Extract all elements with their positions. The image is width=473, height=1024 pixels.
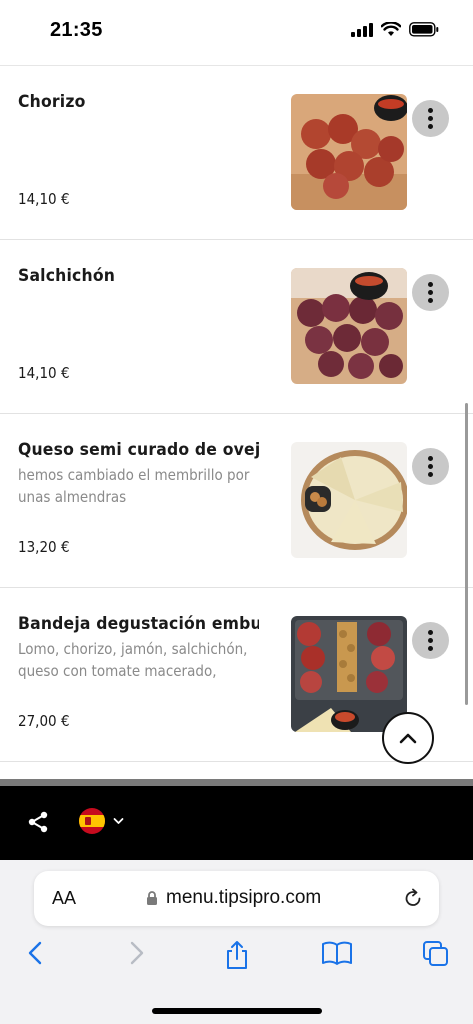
menu-item[interactable]: Salchichón 14,10 € (0, 240, 473, 414)
wifi-icon (381, 22, 401, 37)
tabs-icon[interactable] (422, 940, 450, 973)
url-display[interactable]: menu.tipsipro.com (146, 887, 321, 909)
platter-photo[interactable] (291, 616, 407, 732)
item-name: Salchichón (18, 266, 116, 286)
item-price: 27,00 € (18, 712, 70, 730)
address-bar[interactable]: AA menu.tipsipro.com (34, 871, 439, 926)
language-selector[interactable] (79, 808, 124, 834)
scrollbar[interactable] (465, 403, 468, 705)
status-time: 21:35 (50, 19, 103, 41)
more-vertical-icon (428, 282, 433, 303)
reload-icon[interactable] (403, 888, 423, 914)
chorizo-photo[interactable] (291, 94, 407, 210)
cheese-photo[interactable] (291, 442, 407, 558)
home-indicator (152, 1008, 322, 1014)
more-vertical-icon (428, 456, 433, 477)
chevron-down-icon (113, 818, 124, 824)
share-icon[interactable] (26, 810, 50, 839)
divider (0, 779, 473, 786)
browser-chrome: AA menu.tipsipro.com (0, 860, 473, 1024)
item-price: 14,10 € (18, 364, 70, 382)
text-size-button[interactable]: AA (52, 888, 76, 909)
item-name: Bandeja degustación embutidos (18, 614, 260, 634)
more-options-button[interactable] (412, 448, 449, 485)
forward-icon[interactable] (128, 940, 146, 971)
app-bottom-bar (0, 786, 473, 860)
chevron-up-icon (399, 733, 417, 744)
menu-item[interactable]: Queso semi curado de oveja hemos cambiad… (0, 414, 473, 588)
item-name: Queso semi curado de oveja (18, 440, 260, 460)
lock-icon (147, 890, 157, 905)
salchichon-photo[interactable] (291, 268, 407, 384)
more-options-button[interactable] (412, 274, 449, 311)
status-bar: 21:35 (0, 0, 473, 66)
status-icons (351, 22, 439, 37)
bookmarks-icon[interactable] (321, 940, 353, 971)
scroll-to-top-button[interactable] (382, 712, 434, 764)
more-vertical-icon (428, 108, 433, 129)
menu-item[interactable]: Chorizo 14,10 € (0, 66, 473, 240)
spain-flag-icon (79, 808, 105, 834)
browser-toolbar (0, 940, 473, 980)
more-vertical-icon (428, 630, 433, 651)
url-text: menu.tipsipro.com (166, 887, 322, 908)
battery-icon (409, 22, 439, 37)
menu-list: Chorizo 14,10 € Salchichón 14,10 € Queso… (0, 66, 473, 762)
item-price: 13,20 € (18, 538, 70, 556)
item-description: hemos cambiado el membrillo por unas alm… (18, 466, 250, 506)
more-options-button[interactable] (412, 622, 449, 659)
item-description: Lomo, chorizo, jamón, salchichón, queso … (18, 640, 248, 680)
item-price: 14,10 € (18, 190, 70, 208)
cellular-signal-icon (351, 22, 373, 37)
share-sheet-icon[interactable] (224, 940, 250, 975)
back-icon[interactable] (26, 940, 44, 971)
more-options-button[interactable] (412, 100, 449, 137)
item-name: Chorizo (18, 92, 86, 112)
